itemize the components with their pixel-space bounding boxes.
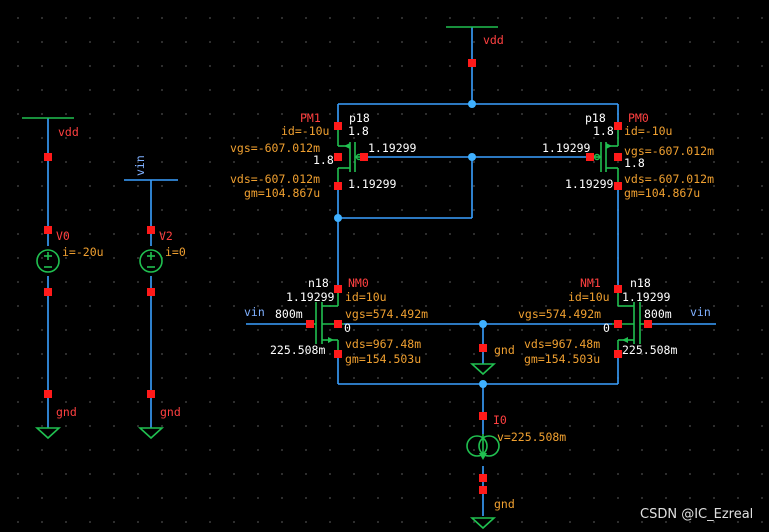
net-label-vdd-top: vdd bbox=[483, 33, 504, 47]
nm0-vs: 225.508m bbox=[270, 343, 325, 357]
nm1-gm: gm=154.503u bbox=[524, 352, 600, 366]
pm0-vds: vds=-607.012m bbox=[624, 172, 714, 186]
nm0-model: n18 bbox=[308, 276, 329, 290]
nm1-vd: 1.19299 bbox=[622, 290, 671, 304]
net-label-gnd-bottom: gnd bbox=[494, 497, 515, 511]
i0-voltage: v=225.508m bbox=[497, 430, 566, 444]
pm1-vg: 1.19299 bbox=[368, 141, 417, 155]
pm1-gm: gm=104.867u bbox=[244, 186, 320, 200]
pm1-model: p18 bbox=[349, 111, 370, 125]
net-label-vin-source: vin bbox=[133, 155, 147, 176]
pm1-vds: vds=-607.012m bbox=[230, 172, 320, 186]
nm0-vg: 800m bbox=[275, 307, 303, 321]
nm0-gm: gm=154.503u bbox=[345, 352, 421, 366]
nm1-name: NM1 bbox=[580, 276, 601, 290]
pm0-vg: 1.19299 bbox=[542, 141, 591, 155]
nm1-vgs: vgs=574.492m bbox=[518, 307, 601, 321]
v0-source[interactable] bbox=[36, 249, 60, 273]
pm1-vb: 1.8 bbox=[313, 153, 334, 167]
nm0-vds: vds=967.48m bbox=[345, 337, 421, 351]
ground-symbols bbox=[34, 363, 497, 530]
nm0-vgs: vgs=574.492m bbox=[345, 307, 428, 321]
nm0-vb: 0 bbox=[344, 321, 351, 335]
v2-source[interactable] bbox=[139, 249, 163, 273]
pm0-id: id=-10u bbox=[624, 124, 672, 138]
pm1-name: PM1 bbox=[300, 111, 321, 125]
net-label-gnd-mid: gnd bbox=[494, 343, 515, 357]
gnd-v0-icon bbox=[34, 427, 62, 440]
pm0-model: p18 bbox=[585, 111, 606, 125]
v0-name: V0 bbox=[56, 229, 70, 243]
pm0-vb: 1.8 bbox=[624, 156, 645, 170]
i0-name: I0 bbox=[493, 413, 507, 427]
pm0-gm: gm=104.867u bbox=[624, 186, 700, 200]
v0-current: i=-20u bbox=[62, 245, 104, 259]
schematic-canvas[interactable]: vdd vdd vin vin vin gnd gnd gnd gnd PM1 … bbox=[0, 0, 769, 532]
nm1-vb: 0 bbox=[603, 321, 610, 335]
net-label-gnd-v2: gnd bbox=[160, 405, 181, 419]
net-label-vin-left: vin bbox=[244, 305, 265, 319]
pm1-vs: 1.8 bbox=[348, 124, 369, 138]
pm0-vs: 1.8 bbox=[593, 124, 614, 138]
gnd-bottom-icon bbox=[469, 517, 497, 530]
gnd-mid-icon bbox=[469, 363, 497, 376]
pm1-id: id=-10u bbox=[281, 124, 329, 138]
watermark: CSDN @IC_Ezreal bbox=[640, 507, 753, 522]
v2-current: i=0 bbox=[165, 245, 186, 259]
pm1-vd: 1.19299 bbox=[348, 177, 397, 191]
gnd-v2-icon bbox=[137, 427, 165, 440]
schematic-svg[interactable]: vdd vdd vin vin vin gnd gnd gnd gnd PM1 … bbox=[0, 0, 769, 532]
net-label-vin-right: vin bbox=[690, 305, 711, 319]
net-label-gnd-v0: gnd bbox=[56, 405, 77, 419]
nm1-vg: 800m bbox=[644, 307, 672, 321]
v2-name: V2 bbox=[159, 229, 173, 243]
nm0-name: NM0 bbox=[348, 276, 369, 290]
pm0-name: PM0 bbox=[628, 111, 649, 125]
nm1-vs: 225.508m bbox=[622, 343, 677, 357]
nm1-id: id=10u bbox=[568, 290, 610, 304]
i0-current-source[interactable] bbox=[466, 434, 500, 460]
nm1-vds: vds=967.48m bbox=[524, 337, 600, 351]
nm1-model: n18 bbox=[630, 276, 651, 290]
pm0-vd: 1.19299 bbox=[565, 177, 614, 191]
pm1-vgs: vgs=-607.012m bbox=[230, 141, 320, 155]
net-label-vdd-left: vdd bbox=[58, 125, 79, 139]
nm0-id: id=10u bbox=[345, 290, 387, 304]
nm0-vd: 1.19299 bbox=[286, 290, 335, 304]
